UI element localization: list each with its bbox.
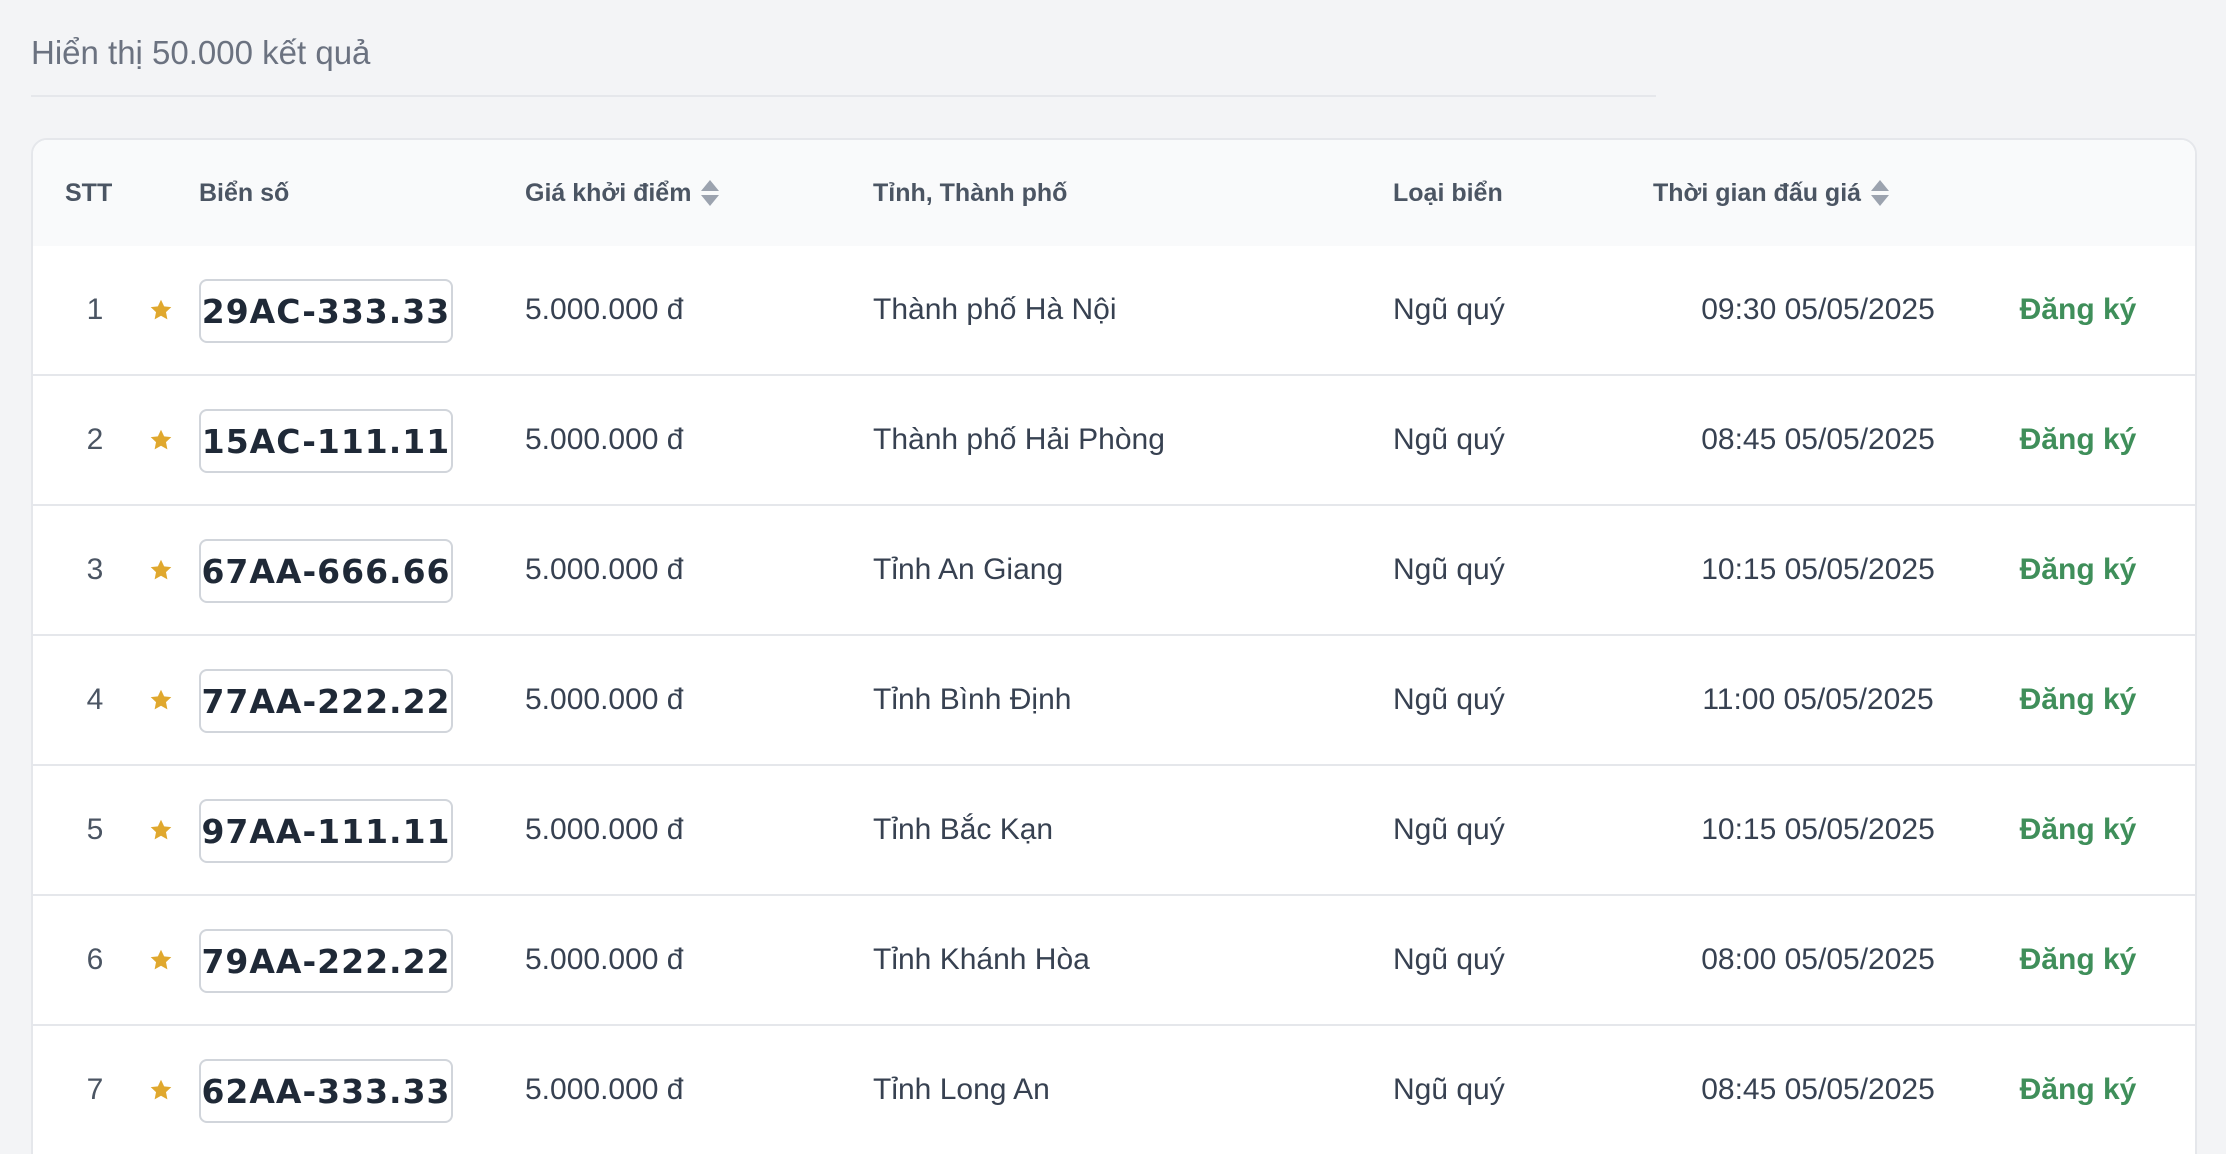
- register-link[interactable]: Đăng ký: [2013, 376, 2143, 504]
- license-plate: 67AA-666.66: [199, 539, 453, 603]
- plates-table: STT Biển số Giá khởi điểm Tỉnh, Thành ph…: [31, 138, 2197, 1154]
- starting-price: 5.000.000 đ: [525, 683, 684, 716]
- star-icon: [148, 297, 174, 323]
- starting-price: 5.000.000 đ: [525, 423, 684, 456]
- province: Thành phố Hà Nội: [873, 293, 1117, 326]
- auction-time: 08:45 05/05/2025: [1701, 423, 1935, 456]
- starting-price: 5.000.000 đ: [525, 1073, 684, 1106]
- register-link[interactable]: Đăng ký: [2013, 636, 2143, 764]
- favorite-button[interactable]: [141, 376, 181, 504]
- license-plate: 15AC-111.11: [199, 409, 453, 473]
- header-stt: STT: [65, 178, 113, 207]
- license-plate: 79AA-222.22: [199, 929, 453, 993]
- license-plate: 97AA-111.11: [199, 799, 453, 863]
- auction-results-page: Hiển thị 50.000 kết quả STT Biển số Giá …: [0, 0, 2226, 1154]
- register-link[interactable]: Đăng ký: [2013, 1026, 2143, 1154]
- header-time-sortable[interactable]: Thời gian đấu giá: [1653, 140, 1890, 246]
- plate-type: Ngũ quý: [1393, 1073, 1505, 1106]
- starting-price: 5.000.000 đ: [525, 813, 684, 846]
- sort-icon[interactable]: [1871, 178, 1890, 208]
- register-link[interactable]: Đăng ký: [2013, 896, 2143, 1024]
- auction-time: 09:30 05/05/2025: [1701, 293, 1935, 326]
- result-count-text: Hiển thị 50.000 kết quả: [31, 34, 371, 71]
- star-icon: [148, 947, 174, 973]
- auction-time: 10:15 05/05/2025: [1701, 553, 1935, 586]
- province: Tỉnh Bình Định: [873, 683, 1072, 716]
- license-plate: 77AA-222.22: [199, 669, 453, 733]
- header-province: Tỉnh, Thành phố: [873, 178, 1068, 207]
- license-plate: 62AA-333.33: [199, 1059, 453, 1123]
- star-icon: [148, 1077, 174, 1103]
- table-row: 7 62AA-333.33 5.000.000 đ Tỉnh Long An N…: [33, 1026, 2195, 1154]
- star-icon: [148, 687, 174, 713]
- header-plate: Biển số: [199, 178, 290, 207]
- plate-type: Ngũ quý: [1393, 553, 1505, 586]
- register-link[interactable]: Đăng ký: [2013, 506, 2143, 634]
- header-time-label: Thời gian đấu giá: [1653, 178, 1862, 207]
- favorite-button[interactable]: [141, 896, 181, 1024]
- row-number: 6: [86, 943, 104, 976]
- plate-type: Ngũ quý: [1393, 943, 1505, 976]
- row-number: 3: [86, 553, 104, 586]
- table-row: 5 97AA-111.11 5.000.000 đ Tỉnh Bắc Kạn N…: [33, 766, 2195, 896]
- table-row: 6 79AA-222.22 5.000.000 đ Tỉnh Khánh Hòa…: [33, 896, 2195, 1026]
- row-number: 4: [86, 683, 104, 716]
- divider: [31, 95, 1656, 97]
- register-link[interactable]: Đăng ký: [2013, 246, 2143, 374]
- auction-time: 11:00 05/05/2025: [1702, 683, 1934, 716]
- register-link[interactable]: Đăng ký: [2013, 766, 2143, 894]
- table-row: 1 29AC-333.33 5.000.000 đ Thành phố Hà N…: [33, 246, 2195, 376]
- table-row: 3 67AA-666.66 5.000.000 đ Tỉnh An Giang …: [33, 506, 2195, 636]
- star-icon: [148, 427, 174, 453]
- province: Tỉnh Bắc Kạn: [873, 813, 1054, 846]
- province: Tỉnh An Giang: [873, 553, 1064, 586]
- license-plate: 29AC-333.33: [199, 279, 453, 343]
- sort-icon[interactable]: [701, 178, 720, 208]
- province: Thành phố Hải Phòng: [873, 423, 1165, 456]
- header-type: Loại biển: [1393, 178, 1503, 207]
- row-number: 2: [86, 423, 104, 456]
- star-icon: [148, 557, 174, 583]
- starting-price: 5.000.000 đ: [525, 553, 684, 586]
- favorite-button[interactable]: [141, 246, 181, 374]
- header-price-label: Giá khởi điểm: [525, 178, 692, 207]
- auction-time: 10:15 05/05/2025: [1701, 813, 1935, 846]
- favorite-button[interactable]: [141, 506, 181, 634]
- table-header: STT Biển số Giá khởi điểm Tỉnh, Thành ph…: [33, 140, 2195, 248]
- row-number: 7: [86, 1073, 104, 1106]
- province: Tỉnh Khánh Hòa: [873, 943, 1090, 976]
- province: Tỉnh Long An: [873, 1073, 1050, 1106]
- auction-time: 08:00 05/05/2025: [1701, 943, 1935, 976]
- auction-time: 08:45 05/05/2025: [1701, 1073, 1935, 1106]
- table-row: 4 77AA-222.22 5.000.000 đ Tỉnh Bình Định…: [33, 636, 2195, 766]
- plate-type: Ngũ quý: [1393, 683, 1505, 716]
- row-number: 1: [86, 293, 104, 326]
- header-price-sortable[interactable]: Giá khởi điểm: [525, 140, 720, 246]
- starting-price: 5.000.000 đ: [525, 293, 684, 326]
- plate-type: Ngũ quý: [1393, 293, 1505, 326]
- plate-type: Ngũ quý: [1393, 813, 1505, 846]
- starting-price: 5.000.000 đ: [525, 943, 684, 976]
- table-row: 2 15AC-111.11 5.000.000 đ Thành phố Hải …: [33, 376, 2195, 506]
- favorite-button[interactable]: [141, 766, 181, 894]
- row-number: 5: [86, 813, 104, 846]
- plate-type: Ngũ quý: [1393, 423, 1505, 456]
- star-icon: [148, 817, 174, 843]
- favorite-button[interactable]: [141, 636, 181, 764]
- favorite-button[interactable]: [141, 1026, 181, 1154]
